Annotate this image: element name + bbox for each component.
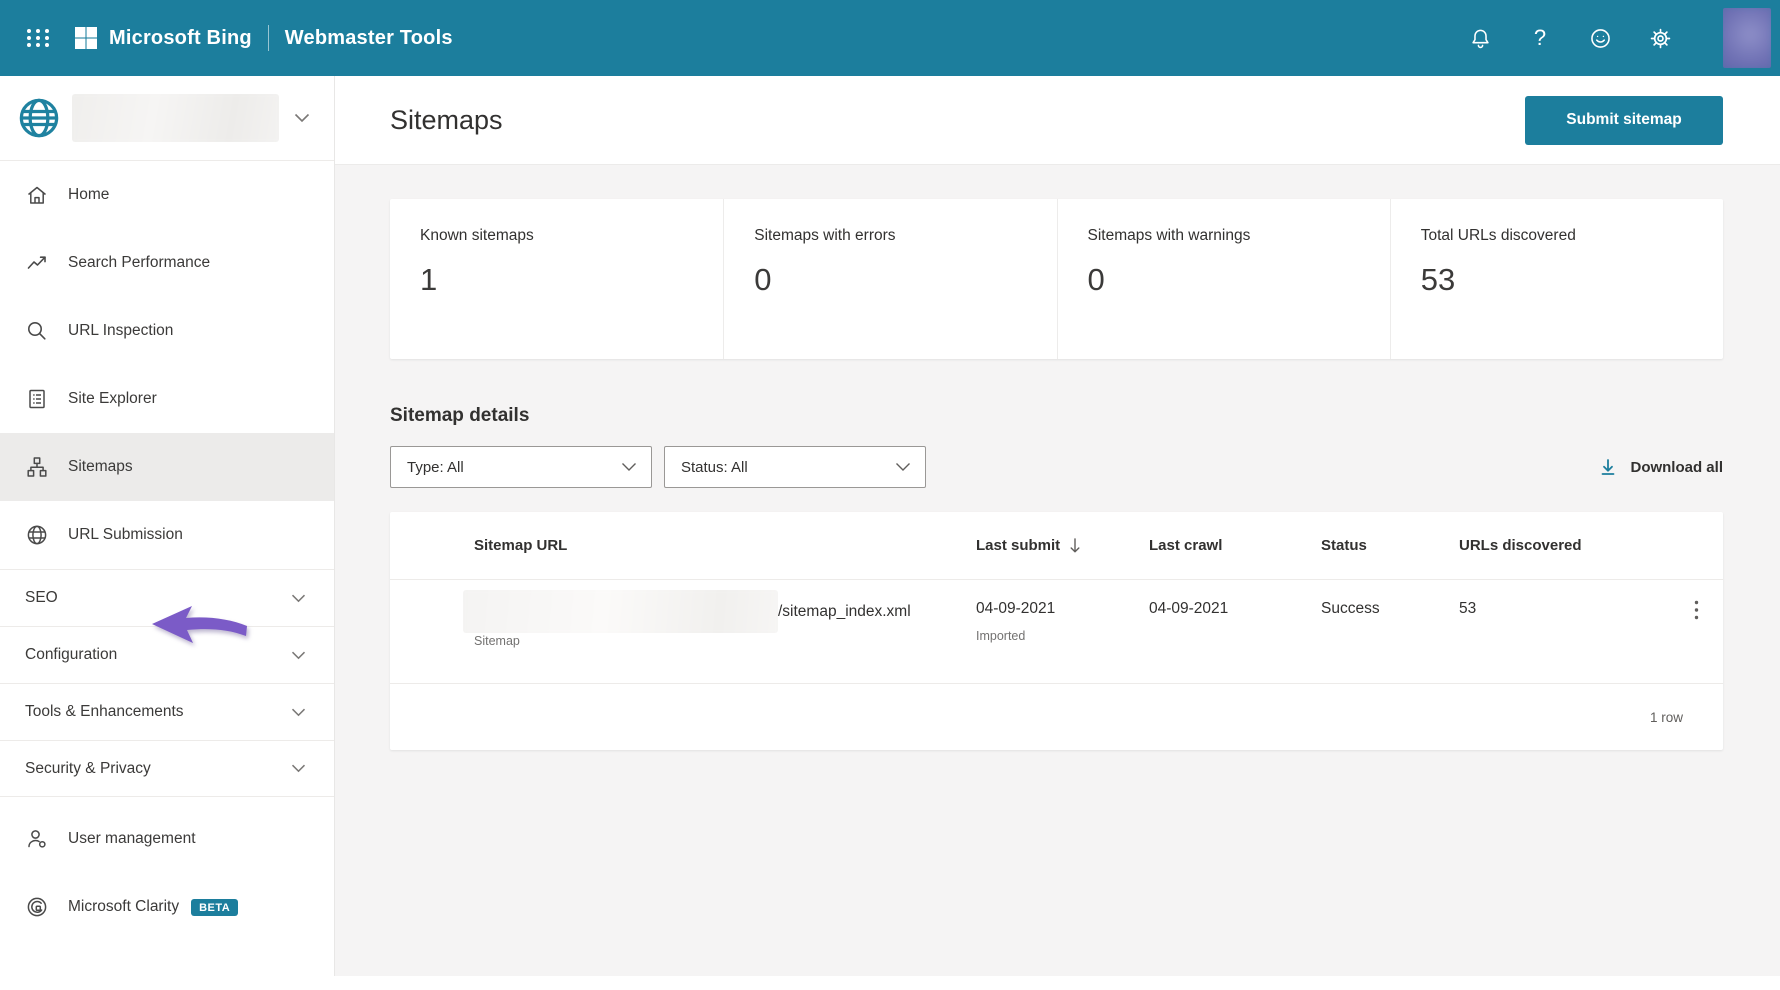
chevron-down-icon [294,113,310,123]
sitemap-type-label: Sitemap [474,634,520,648]
column-header-status[interactable]: Status [1321,537,1459,554]
download-all-button[interactable]: Download all [1598,446,1723,488]
sidebar-item-sitemaps[interactable]: Sitemaps [0,433,334,501]
document-list-icon [29,389,45,409]
person-icon [28,830,46,848]
topbar: Microsoft Bing Webmaster Tools ? [0,0,1780,76]
sidebar-item-url-submission[interactable]: URL Submission [0,501,334,569]
feedback-smiley-icon[interactable] [1587,25,1613,51]
table-header-row: Sitemap URL Last submit Last crawl Statu… [390,512,1723,580]
main-header: Sitemaps Submit sitemap [335,76,1780,165]
chevron-down-icon [622,463,636,471]
site-selector[interactable] [0,76,334,161]
cell-last-submit: 04-09-2021 Imported [976,600,1149,643]
page-bottom-margin [0,978,1780,990]
filter-row: Type: All Status: All Download all [390,446,1723,488]
sidebar-item-site-explorer[interactable]: Site Explorer [0,365,334,433]
chevron-down-icon [291,651,306,659]
stat-value: 53 [1420,262,1456,297]
sitemaps-table: Sitemap URL Last submit Last crawl Statu… [390,512,1723,750]
chevron-down-icon [291,764,306,773]
trending-up-icon [27,256,46,269]
sidebar-section-tools-enhancements[interactable]: Tools & Enhancements [0,683,334,740]
cell-status: Success [1321,600,1459,618]
settings-gear-icon[interactable] [1647,25,1673,51]
column-header-last-submit[interactable]: Last submit [976,537,1149,554]
brand-text: Microsoft Bing [109,26,252,49]
magnifier-icon [28,322,46,340]
column-header-sitemap-url[interactable]: Sitemap URL [474,537,976,554]
stat-card-known-sitemaps: Known sitemaps 1 [390,199,723,359]
globe-icon [27,525,47,545]
page-title: Sitemaps [390,104,503,135]
stats-cards: Known sitemaps 1 Sitemaps with errors 0 … [390,199,1723,359]
content: Known sitemaps 1 Sitemaps with errors 0 … [335,199,1780,750]
site-globe-icon [19,98,59,138]
sidebar-nav: Home Search Performance URL Inspection S… [0,161,334,941]
stat-value: 0 [754,262,772,297]
download-icon [1602,459,1615,475]
cell-urls-discovered: 53 [1459,600,1477,617]
waffle-icon[interactable] [25,25,51,51]
type-filter-dropdown[interactable]: Type: All [390,446,652,488]
column-header-last-crawl[interactable]: Last crawl [1149,537,1321,554]
sort-descending-icon [1070,538,1080,553]
chevron-down-icon [291,594,306,602]
home-icon [28,186,46,204]
status-filter-dropdown[interactable]: Status: All [664,446,926,488]
submit-note: Imported [976,629,1026,643]
cell-sitemap-url: /sitemap_index.xml Sitemap [463,590,976,648]
stat-card-sitemaps-with-errors: Sitemaps with errors 0 [723,199,1056,359]
chevron-down-icon [291,708,306,716]
stat-value: 0 [1087,262,1105,297]
microsoft-logo-icon [75,27,97,49]
sitemap-details-heading: Sitemap details [390,405,530,426]
stat-card-sitemaps-with-warnings: Sitemaps with warnings 0 [1056,199,1390,359]
sidebar-item-search-performance[interactable]: Search Performance [0,229,334,297]
sidebar: Home Search Performance URL Inspection S… [0,76,335,976]
topbar-actions: ? [1467,8,1780,68]
row-count: 1 row [1649,709,1683,725]
chevron-down-icon [896,463,910,471]
stat-card-total-urls-discovered: Total URLs discovered 53 [1389,199,1723,359]
bing-webmaster-tools-app: Microsoft Bing Webmaster Tools ? Home Se… [0,0,1780,990]
sidebar-item-user-management[interactable]: User management [0,805,334,873]
stat-value: 1 [420,262,438,297]
sidebar-item-url-inspection[interactable]: URL Inspection [0,297,334,365]
clarity-icon [27,897,47,917]
help-icon[interactable]: ? [1527,25,1553,51]
sidebar-item-home[interactable]: Home [0,161,334,229]
beta-badge: BETA [191,898,239,916]
submit-sitemap-button[interactable]: Submit sitemap [1525,95,1723,145]
sidebar-section-configuration[interactable]: Configuration [0,626,334,683]
sidebar-footer: User management Microsoft Clarity BETA [0,805,334,941]
avatar[interactable] [1723,8,1771,68]
column-header-urls-discovered[interactable]: URLs discovered [1459,537,1677,554]
cell-last-crawl: 04-09-2021 [1149,600,1229,617]
status-badge: Success [1321,600,1380,617]
sidebar-section-seo[interactable]: SEO [0,569,334,626]
main-content: Sitemaps Submit sitemap Known sitemaps 1… [335,76,1780,976]
row-actions-kebab-icon[interactable] [1681,595,1711,625]
product-text: Webmaster Tools [284,26,453,49]
org-chart-icon [27,457,47,477]
site-name-redacted [72,94,279,142]
table-row: /sitemap_index.xml Sitemap 04-09-2021 Im… [390,580,1723,684]
table-footer: 1 row [390,684,1723,750]
sidebar-section-security-privacy[interactable]: Security & Privacy [0,740,334,797]
sidebar-item-microsoft-clarity[interactable]: Microsoft Clarity BETA [0,873,334,941]
url-redacted [463,590,778,633]
brand-link[interactable]: Microsoft Bing [51,27,252,50]
notifications-bell-icon[interactable] [1467,25,1493,51]
brand-divider [267,25,269,51]
